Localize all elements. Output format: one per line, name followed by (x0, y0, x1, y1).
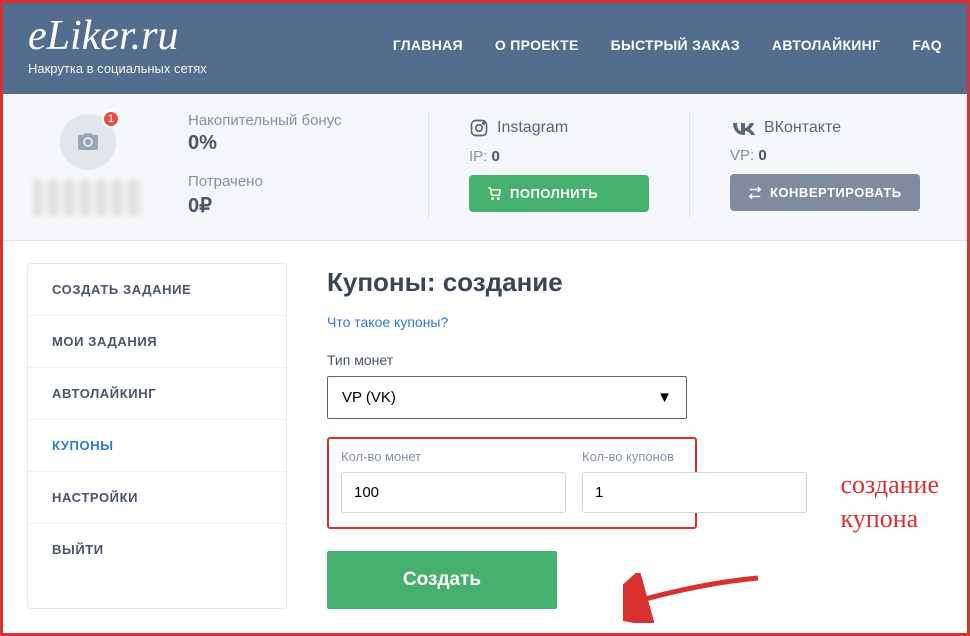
sidebar-settings[interactable]: НАСТРОЙКИ (28, 472, 286, 524)
bonus-value: 0% (188, 132, 388, 155)
tagline: Накрутка в социальных сетях (28, 61, 207, 76)
vk-label: ВКонтакте (764, 119, 841, 137)
nav-home[interactable]: ГЛАВНАЯ (393, 37, 463, 53)
sidebar-autoliking[interactable]: АВТОЛАЙКИНГ (28, 368, 286, 420)
coupon-inputs-highlight: Кол-во монет Кол-во купонов (327, 437, 697, 529)
bonus-label: Накопительный бонус (188, 112, 388, 129)
avatar[interactable]: 1 (60, 114, 116, 170)
instagram-icon (469, 118, 489, 138)
spent-value: 0₽ (188, 193, 388, 218)
sidebar: СОЗДАТЬ ЗАДАНИЕ МОИ ЗАДАНИЯ АВТОЛАЙКИНГ … (27, 263, 287, 609)
main-nav: ГЛАВНАЯ О ПРОЕКТЕ БЫСТРЫЙ ЗАКАЗ АВТОЛАЙК… (393, 37, 942, 53)
notification-badge[interactable]: 1 (102, 110, 120, 128)
logo[interactable]: eLiker.ru (28, 15, 207, 57)
coin-type-value: VP (VK) (342, 389, 396, 406)
username (33, 180, 143, 216)
annotation-text: создание купона (841, 468, 939, 536)
nav-autoliking[interactable]: АВТОЛАЙКИНГ (772, 37, 880, 53)
topup-button[interactable]: ПОПОЛНИТЬ (469, 175, 649, 212)
help-link[interactable]: Что такое купоны? (327, 314, 448, 330)
coupons-count-label: Кол-во купонов (582, 449, 807, 464)
nav-faq[interactable]: FAQ (912, 37, 942, 53)
divider (689, 112, 690, 218)
coin-type-select[interactable]: VP (VK) ▼ (327, 376, 687, 419)
vp-value: 0 (758, 147, 766, 164)
nav-about[interactable]: О ПРОЕКТЕ (495, 37, 579, 53)
chevron-down-icon: ▼ (657, 389, 672, 406)
page-title: Купоны: создание (327, 267, 943, 298)
ip-label: IP: (469, 148, 487, 165)
spent-label: Потрачено (188, 173, 388, 190)
cart-icon (487, 186, 502, 201)
swap-icon (748, 186, 762, 200)
coin-type-label: Тип монет (327, 352, 943, 368)
vk-icon (730, 120, 756, 136)
convert-button[interactable]: КОНВЕРТИРОВАТЬ (730, 174, 920, 211)
divider (428, 112, 429, 218)
create-button[interactable]: Создать (327, 551, 557, 609)
sidebar-create-task[interactable]: СОЗДАТЬ ЗАДАНИЕ (28, 264, 286, 316)
sidebar-coupons[interactable]: КУПОНЫ (28, 420, 286, 472)
nav-quickorder[interactable]: БЫСТРЫЙ ЗАКАЗ (611, 37, 740, 53)
instagram-label: Instagram (497, 119, 568, 137)
ip-value: 0 (492, 148, 500, 165)
coins-amount-input[interactable] (341, 472, 566, 513)
coupons-count-input[interactable] (582, 472, 807, 513)
sidebar-logout[interactable]: ВЫЙТИ (28, 524, 286, 575)
coins-amount-label: Кол-во монет (341, 449, 566, 464)
vp-label: VP: (730, 147, 754, 164)
sidebar-my-tasks[interactable]: МОИ ЗАДАНИЯ (28, 316, 286, 368)
camera-icon (76, 130, 100, 154)
